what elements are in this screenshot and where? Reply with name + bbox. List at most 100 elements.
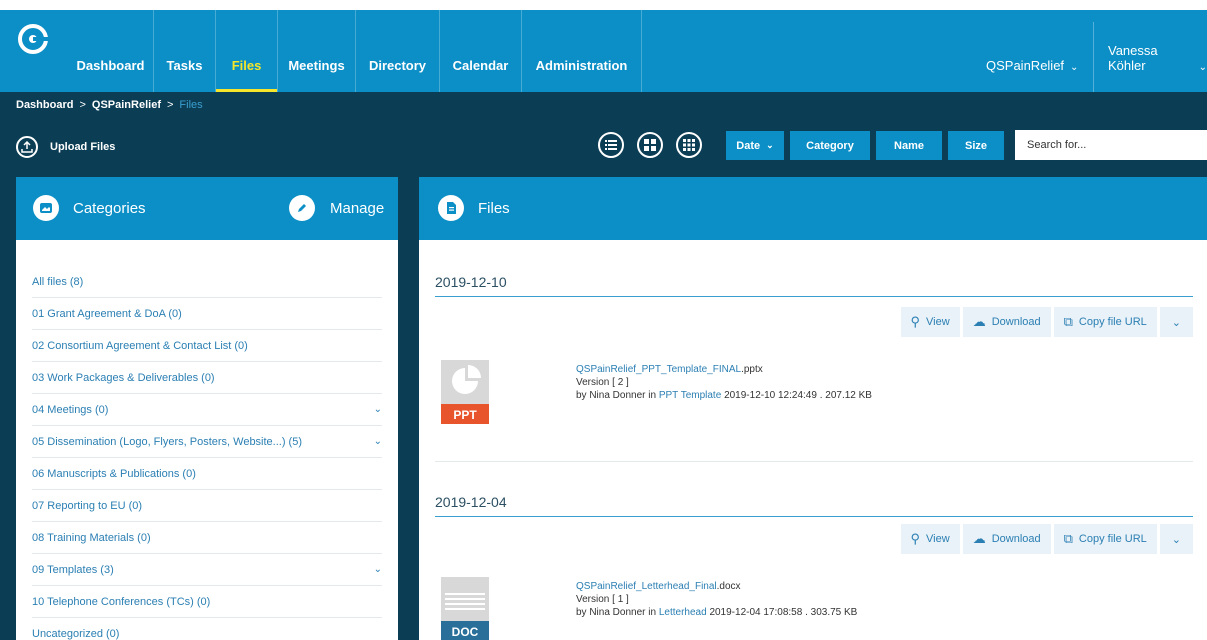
app-logo-icon[interactable] [18, 24, 48, 54]
category-label: 10 Telephone Conferences (TCs) (0) [32, 595, 211, 608]
file-category-link[interactable]: PPT Template [659, 390, 721, 401]
nav-administration[interactable]: Administration [522, 10, 642, 92]
file-details: 2019-12-10 12:24:49 . 207.12 KB [724, 390, 872, 401]
breadcrumb-separator-icon: > [166, 99, 174, 111]
category-item-08[interactable]: 08 Training Materials (0) [32, 522, 382, 554]
copy-url-button[interactable]: ⧉ Copy file URL [1053, 524, 1157, 554]
chevron-down-icon[interactable]: ⌄ [374, 404, 382, 415]
file-meta: QSPainRelief_PPT_Template_FINAL.pptx Ver… [576, 363, 872, 402]
breadcrumb: Dashboard > QSPainRelief > Files [16, 99, 203, 111]
breadcrumb-project[interactable]: QSPainRelief [92, 99, 161, 111]
upload-files-button[interactable]: Upload Files [16, 136, 115, 158]
category-item-03[interactable]: 03 Work Packages & Deliverables (0) [32, 362, 382, 394]
category-item-06[interactable]: 06 Manuscripts & Publications (0) [32, 458, 382, 490]
category-item-uncategorized[interactable]: Uncategorized (0) [32, 618, 382, 640]
nav-directory[interactable]: Directory [356, 10, 440, 92]
category-icon [33, 195, 59, 221]
sort-size-button[interactable]: Size [948, 131, 1004, 160]
category-item-05[interactable]: 05 Dissemination (Logo, Flyers, Posters,… [32, 426, 382, 458]
file-name-link[interactable]: QSPainRelief_Letterhead_Final [576, 581, 717, 592]
category-label: Uncategorized (0) [32, 628, 120, 640]
list-view-icon[interactable] [598, 132, 624, 158]
chevron-down-icon: ⌄ [1171, 316, 1181, 329]
file-extension: .pptx [741, 364, 763, 375]
ppt-file-icon[interactable]: PPT [441, 360, 489, 424]
more-actions-button[interactable]: ⌄ [1159, 524, 1193, 554]
svg-text:PPT: PPT [453, 408, 477, 422]
view-button[interactable]: ⚲ View [900, 524, 960, 554]
sort-date-button[interactable]: Date ⌄ [726, 131, 784, 160]
file-version: Version [ 2 ] [576, 377, 629, 388]
nav-files[interactable]: Files [216, 10, 278, 92]
view-button[interactable]: ⚲ View [900, 307, 960, 337]
small-grid-view-icon[interactable] [676, 132, 702, 158]
chevron-down-icon: ⌄ [1171, 533, 1181, 546]
manage-categories-button[interactable]: Manage [289, 195, 384, 221]
category-item-02[interactable]: 02 Consortium Agreement & Contact List (… [32, 330, 382, 362]
file-meta: QSPainRelief_Letterhead_Final.docx Versi… [576, 580, 857, 619]
project-selector[interactable]: QSPainRelief ⌄ [986, 10, 1078, 92]
search-input[interactable] [1015, 130, 1207, 160]
file-category-link[interactable]: Letterhead [659, 607, 707, 618]
breadcrumb-current: Files [179, 99, 203, 111]
category-item-10[interactable]: 10 Telephone Conferences (TCs) (0) [32, 586, 382, 618]
copy-url-button[interactable]: ⧉ Copy file URL [1053, 307, 1157, 337]
doc-file-icon[interactable]: DOC [441, 577, 489, 640]
file-version: Version [ 1 ] [576, 594, 629, 605]
nav-calendar[interactable]: Calendar [440, 10, 522, 92]
categories-header: Categories Manage [16, 177, 398, 240]
category-item-07[interactable]: 07 Reporting to EU (0) [32, 490, 382, 522]
large-grid-view-icon[interactable] [637, 132, 663, 158]
chevron-down-icon: ⌄ [1198, 62, 1207, 73]
sort-size-label: Size [964, 139, 987, 152]
sort-name-button[interactable]: Name [876, 131, 942, 160]
category-item-01[interactable]: 01 Grant Agreement & DoA (0) [32, 298, 382, 330]
category-label: All files (8) [32, 275, 84, 288]
download-label: Download [991, 533, 1041, 545]
upload-files-label: Upload Files [50, 141, 116, 153]
cloud-download-icon: ☁ [972, 531, 986, 546]
chevron-down-icon[interactable]: ⌄ [374, 564, 382, 575]
date-heading: 2019-12-04 [435, 494, 1193, 517]
sort-category-button[interactable]: Category [790, 131, 870, 160]
file-actions: ⚲ View ☁ Download ⧉ Copy file URL ⌄ [900, 524, 1193, 554]
category-item-04[interactable]: 04 Meetings (0) ⌄ [32, 394, 382, 426]
nav-dashboard[interactable]: Dashboard [68, 10, 154, 92]
download-button[interactable]: ☁ Download [962, 524, 1051, 554]
category-list: All files (8) 01 Grant Agreement & DoA (… [32, 266, 382, 640]
nav-dashboard-label: Dashboard [76, 58, 145, 73]
download-label: Download [991, 316, 1041, 328]
file-details: 2019-12-04 17:08:58 . 303.75 KB [709, 607, 858, 618]
search-icon: ⚲ [910, 314, 921, 329]
nav-administration-label: Administration [535, 58, 628, 73]
file-name-link[interactable]: QSPainRelief_PPT_Template_FINAL [576, 364, 741, 375]
chevron-down-icon[interactable]: ⌄ [374, 436, 382, 447]
download-button[interactable]: ☁ Download [962, 307, 1051, 337]
copy-label: Copy file URL [1078, 316, 1147, 328]
more-actions-button[interactable]: ⌄ [1159, 307, 1193, 337]
files-panel: Files 2019-12-10 ⚲ View ☁ Download ⧉ Copy f… [419, 177, 1207, 640]
category-item-09[interactable]: 09 Templates (3) ⌄ [32, 554, 382, 586]
breadcrumb-dashboard[interactable]: Dashboard [16, 99, 73, 111]
cloud-download-icon: ☁ [972, 314, 986, 329]
category-label: 04 Meetings (0) [32, 403, 109, 416]
user-menu[interactable]: Vanessa Köhler ⌄ [1108, 10, 1207, 92]
category-label: 06 Manuscripts & Publications (0) [32, 467, 196, 480]
upload-icon [16, 136, 38, 158]
nav-meetings-label: Meetings [288, 58, 345, 73]
nav-divider [1093, 22, 1094, 92]
nav-calendar-label: Calendar [452, 58, 509, 73]
top-strip [0, 0, 1207, 10]
document-icon [438, 195, 464, 221]
category-item-all[interactable]: All files (8) [32, 266, 382, 298]
file-actions: ⚲ View ☁ Download ⧉ Copy file URL ⌄ [900, 307, 1193, 337]
user-name: Vanessa Köhler [1108, 43, 1158, 73]
manage-label: Manage [330, 199, 385, 217]
breadcrumb-separator-icon: > [79, 99, 86, 111]
nav-tasks[interactable]: Tasks [154, 10, 216, 92]
nav-meetings[interactable]: Meetings [278, 10, 356, 92]
file-extension: .docx [716, 581, 741, 592]
category-label: 07 Reporting to EU (0) [32, 499, 143, 512]
copy-label: Copy file URL [1078, 533, 1147, 545]
category-label: 02 Consortium Agreement & Contact List (… [32, 339, 248, 352]
